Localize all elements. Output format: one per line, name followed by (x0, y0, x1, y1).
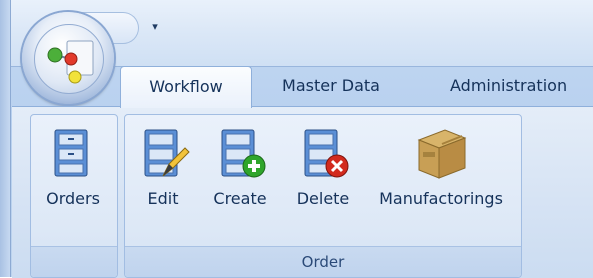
tab-master-data[interactable]: Master Data (268, 66, 394, 106)
cardboard-box-icon (411, 124, 471, 184)
application-orb-button[interactable] (22, 12, 114, 104)
delete-button[interactable]: Delete (283, 118, 363, 242)
file-cabinet-plus-icon (210, 124, 270, 184)
edit-label: Edit (147, 189, 179, 208)
create-button[interactable]: Create (204, 118, 276, 242)
manufactorings-button[interactable]: Manufactorings (366, 118, 516, 242)
file-cabinet-x-icon (293, 124, 353, 184)
edit-button[interactable]: Edit (128, 118, 198, 242)
order-group-label: Order (125, 246, 521, 277)
create-label: Create (213, 189, 267, 208)
file-cabinet-icon (43, 124, 103, 184)
file-cabinet-pencil-icon (133, 124, 193, 184)
tab-administration[interactable]: Administration (450, 66, 593, 106)
quick-access-dropdown-icon[interactable]: ▾ (150, 20, 160, 34)
window-frame-left (0, 0, 11, 277)
app-orb-icon (34, 24, 104, 94)
orders-label: Orders (46, 189, 100, 208)
tab-workflow[interactable]: Workflow (120, 66, 252, 108)
manufactorings-label: Manufactorings (379, 189, 503, 208)
orders-group-label (31, 246, 117, 277)
orders-button[interactable]: Orders (32, 118, 114, 242)
app-window: ▾ Workflow Master Data Administration Or… (0, 0, 593, 278)
delete-label: Delete (296, 189, 350, 208)
ribbon-tabs: Workflow Master Data Administration (120, 66, 593, 108)
